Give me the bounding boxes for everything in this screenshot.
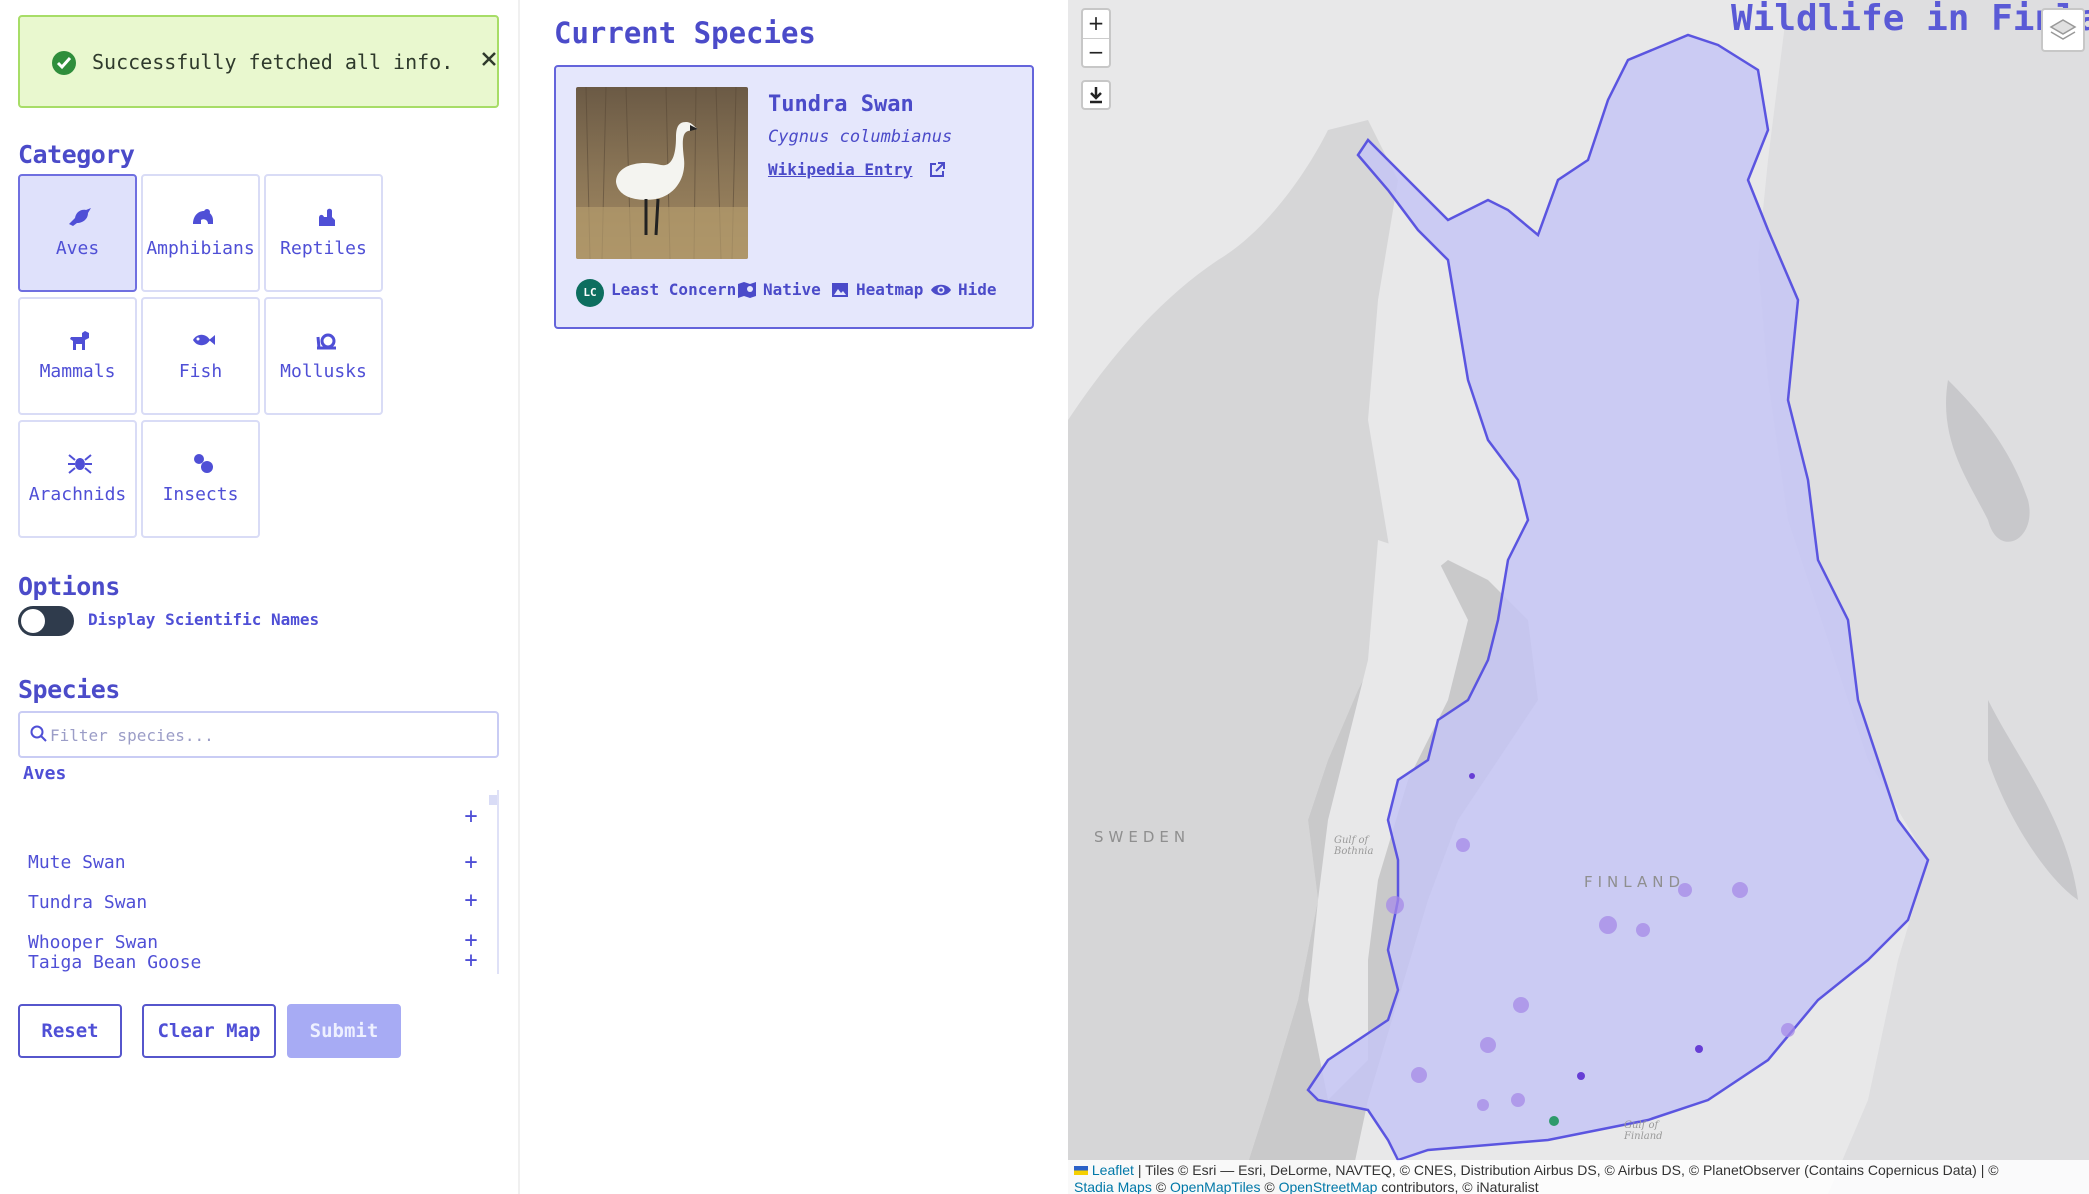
native-toggle[interactable]: Native — [763, 280, 821, 299]
zoom-control: + − — [1081, 8, 1111, 68]
map-title: Wildlife in Finla — [1731, 0, 2089, 39]
dog-icon — [67, 329, 93, 351]
fish-icon — [190, 329, 216, 351]
category-reptiles-button[interactable]: Reptiles — [264, 174, 383, 292]
snail-icon — [313, 329, 339, 351]
species-list[interactable]: + Mute Swan + Tundra Swan + Whooper Swan… — [18, 790, 499, 974]
options-heading: Options — [18, 572, 120, 601]
current-species-panel: Current Species Tundra Swan Cygnus colum… — [520, 0, 1068, 1194]
current-species-heading: Current Species — [554, 16, 816, 50]
osm-link[interactable]: OpenStreetMap — [1279, 1179, 1378, 1194]
submit-button[interactable]: Submit — [287, 1004, 401, 1058]
plus-icon[interactable]: + — [460, 804, 482, 829]
category-label: Amphibians — [146, 238, 255, 259]
category-amphibians-button[interactable]: Amphibians — [141, 174, 260, 292]
species-heading: Species — [18, 675, 120, 704]
heatmap-toggle[interactable]: Heatmap — [856, 280, 923, 299]
category-aves-button[interactable]: Aves — [18, 174, 137, 292]
image-icon — [831, 281, 849, 303]
layers-icon — [2049, 19, 2077, 40]
toggle-knob — [21, 609, 45, 633]
scrollbar-thumb[interactable] — [489, 795, 497, 805]
clear-map-button[interactable]: Clear Map — [142, 1004, 276, 1058]
scientific-names-toggle[interactable] — [18, 606, 74, 636]
layers-button[interactable] — [2041, 8, 2085, 52]
map-tiles — [1068, 0, 2089, 1194]
species-scientific-name: Cygnus columbianus — [768, 127, 953, 147]
download-button[interactable] — [1081, 80, 1111, 110]
spider-icon — [67, 452, 93, 474]
conservation-status: Least Concern — [611, 280, 737, 299]
map-label-sweden: SWEDEN — [1094, 828, 1191, 846]
category-label: Mollusks — [280, 361, 367, 382]
map-attribution: Leaflet | Tiles © Esri — Esri, DeLorme, … — [1068, 1160, 2089, 1194]
category-label: Aves — [55, 238, 100, 259]
stadia-link[interactable]: Stadia Maps — [1074, 1179, 1152, 1194]
map-label-finland: FINLAND — [1584, 873, 1686, 891]
category-fish-button[interactable]: Fish — [141, 297, 260, 415]
species-filter[interactable] — [18, 711, 499, 758]
category-label: Mammals — [39, 361, 116, 382]
reset-button[interactable]: Reset — [18, 1004, 122, 1058]
leaflet-link[interactable]: Leaflet — [1092, 1162, 1134, 1178]
category-arachnids-button[interactable]: Arachnids — [18, 420, 137, 538]
sidebar: Successfully fetched all info. Category … — [0, 0, 520, 1194]
external-link-icon — [928, 161, 946, 183]
list-item[interactable]: + Mute Swan + — [28, 804, 488, 875]
map-label-gulf-finland: Gulf of Finland — [1624, 1120, 1663, 1142]
toast-message: Successfully fetched all info. — [92, 50, 454, 74]
plus-icon[interactable]: + — [460, 948, 482, 973]
map-view[interactable]: SWEDEN FINLAND Gulf of Bothnia Gulf of F… — [1068, 0, 2089, 1194]
plus-icon[interactable]: + — [460, 888, 482, 913]
species-group-header: Aves — [23, 763, 67, 784]
map-marker-icon — [737, 281, 757, 303]
category-insects-button[interactable]: Insects — [141, 420, 260, 538]
download-icon — [1090, 87, 1102, 104]
species-photo — [576, 87, 748, 259]
bug-icon — [190, 452, 216, 474]
eye-icon — [930, 281, 952, 303]
wikipedia-link[interactable]: Wikipedia Entry — [768, 160, 913, 179]
list-item[interactable]: Tundra Swan + — [28, 872, 488, 913]
species-card: Tundra Swan Cygnus columbianus Wikipedia… — [554, 65, 1034, 329]
scientific-names-label: Display Scientific Names — [88, 610, 320, 629]
category-mollusks-button[interactable]: Mollusks — [264, 297, 383, 415]
category-label: Insects — [162, 484, 239, 505]
frog-icon — [190, 206, 216, 228]
map-label-gulf-bothnia: Gulf of Bothnia — [1334, 835, 1374, 857]
flag-icon — [1074, 1166, 1088, 1175]
turtle-icon — [313, 206, 339, 228]
zoom-in-button[interactable]: + — [1083, 10, 1109, 38]
zoom-out-button[interactable]: − — [1083, 38, 1109, 66]
bird-icon — [67, 206, 93, 228]
species-common-name: Tundra Swan — [768, 92, 914, 117]
category-label: Fish — [178, 361, 223, 382]
category-mammals-button[interactable]: Mammals — [18, 297, 137, 415]
conservation-badge: LC — [576, 279, 604, 307]
list-item[interactable]: Whooper Swan + — [28, 912, 488, 953]
category-heading: Category — [18, 140, 135, 169]
close-icon[interactable] — [475, 45, 503, 73]
category-label: Arachnids — [28, 484, 127, 505]
search-icon — [30, 725, 48, 747]
omt-link[interactable]: OpenMapTiles — [1170, 1179, 1261, 1194]
species-filter-input[interactable] — [50, 721, 480, 749]
success-toast: Successfully fetched all info. — [18, 15, 499, 108]
hide-toggle[interactable]: Hide — [958, 280, 997, 299]
list-item[interactable]: Taiga Bean Goose + — [28, 942, 488, 973]
check-circle-icon — [52, 51, 76, 75]
category-label: Reptiles — [280, 238, 367, 259]
